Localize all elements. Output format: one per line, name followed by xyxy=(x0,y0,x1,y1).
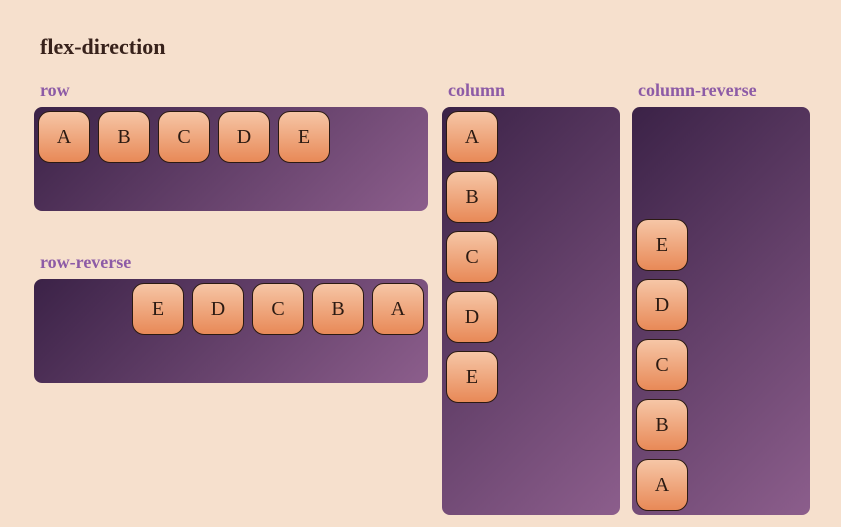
flex-item: E xyxy=(446,351,498,403)
section-label-row: row xyxy=(40,80,428,101)
section-row-reverse: row-reverse A B C D E xyxy=(34,252,428,383)
flex-item: D xyxy=(446,291,498,343)
flex-item: C xyxy=(636,339,688,391)
section-label-column: column xyxy=(448,80,620,101)
flex-item: A xyxy=(446,111,498,163)
section-column-reverse: column-reverse A B C D E xyxy=(632,80,810,515)
section-label-column-reverse: column-reverse xyxy=(638,80,810,101)
flex-item: B xyxy=(636,399,688,451)
flex-item: E xyxy=(636,219,688,271)
flex-item: A xyxy=(636,459,688,511)
flex-item: A xyxy=(38,111,90,163)
page-title: flex-direction xyxy=(40,34,165,60)
flex-container-column-reverse: A B C D E xyxy=(632,107,810,515)
flex-container-column: A B C D E xyxy=(442,107,620,515)
flex-item: A xyxy=(372,283,424,335)
flex-item: C xyxy=(158,111,210,163)
flex-item: E xyxy=(132,283,184,335)
flex-item: D xyxy=(192,283,244,335)
flex-container-row: A B C D E xyxy=(34,107,428,211)
section-column: column A B C D E xyxy=(442,80,620,515)
flex-item: C xyxy=(252,283,304,335)
flex-item: B xyxy=(446,171,498,223)
section-row: row A B C D E xyxy=(34,80,428,211)
flex-item: E xyxy=(278,111,330,163)
flex-item: D xyxy=(636,279,688,331)
flex-container-row-reverse: A B C D E xyxy=(34,279,428,383)
flex-item: D xyxy=(218,111,270,163)
flex-item: B xyxy=(98,111,150,163)
flex-item: C xyxy=(446,231,498,283)
section-label-row-reverse: row-reverse xyxy=(40,252,428,273)
flex-item: B xyxy=(312,283,364,335)
